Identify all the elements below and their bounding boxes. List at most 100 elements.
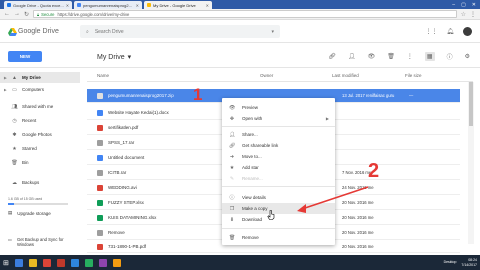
new-button[interactable]: NEW xyxy=(8,51,42,62)
info-icon: ⓘ xyxy=(229,195,235,201)
file-explorer-icon[interactable] xyxy=(14,258,23,267)
browser-tab-3[interactable]: My Drive - Google Drive ✕ xyxy=(144,1,212,9)
header-icons: ⋮⋮ 🔔︎ xyxy=(425,27,472,36)
hand-cursor-icon xyxy=(267,210,275,220)
archive-file-icon xyxy=(97,139,103,146)
share-icon[interactable]: 👤︎ xyxy=(348,53,356,60)
apps-grid-icon[interactable]: ⋮⋮ xyxy=(425,28,437,35)
reload-icon[interactable]: ↻ xyxy=(24,11,29,18)
app-icon[interactable] xyxy=(112,258,121,267)
sidebar-item-label: Starred xyxy=(22,146,37,151)
folder-icon[interactable] xyxy=(28,258,37,267)
location-title[interactable]: My Drive ▾ xyxy=(97,53,131,62)
menu-item-share[interactable]: 👤︎ Share... xyxy=(222,129,335,140)
close-window-icon[interactable]: ✕ xyxy=(472,2,476,8)
sidebar-item-photos[interactable]: ✱ Google Photos xyxy=(0,129,80,140)
sidebar-item-my-drive[interactable]: ▶ ▲ My Drive xyxy=(0,72,80,83)
link-icon[interactable]: 🔗︎ xyxy=(328,53,336,60)
close-tab-icon[interactable]: ✕ xyxy=(64,3,69,8)
menu-divider xyxy=(222,228,335,229)
sidebar-item-bin[interactable]: 🗑︎ Bin xyxy=(0,157,80,168)
search-input[interactable] xyxy=(94,28,245,35)
upgrade-storage-link[interactable]: ▤ Upgrade storage xyxy=(8,210,51,216)
location-title-text: My Drive xyxy=(97,53,125,61)
bookmark-star-icon[interactable]: ☆ xyxy=(461,11,466,18)
column-name[interactable]: Name xyxy=(97,73,109,78)
info-icon[interactable]: ⓘ xyxy=(447,52,453,61)
archive-file-icon xyxy=(97,169,103,176)
notifications-icon[interactable]: 🔔︎ xyxy=(446,28,454,35)
trash-icon[interactable]: 🗑︎ xyxy=(387,53,395,60)
expand-caret-icon[interactable]: ▶ xyxy=(4,76,7,80)
link-icon: 🔗︎ xyxy=(229,142,236,149)
menu-item-preview[interactable]: 👁︎ Preview xyxy=(222,102,335,113)
menu-item-shareable-link[interactable]: 🔗︎ Get shareable link xyxy=(222,140,335,151)
menu-item-move-to[interactable]: ➜ Move to... xyxy=(222,151,335,162)
storage-bar xyxy=(8,203,68,205)
column-size[interactable]: File size xyxy=(405,73,422,78)
maximize-icon[interactable]: ▢ xyxy=(461,2,466,8)
menu-item-rename[interactable]: ✎ Rename... xyxy=(222,173,335,184)
column-owner[interactable]: Owner xyxy=(260,73,273,78)
sidebar-item-shared[interactable]: 👥︎ Shared with me xyxy=(0,101,80,112)
search-icon[interactable]: ⌕ xyxy=(86,29,89,35)
url-field[interactable]: 🔒︎ Secure https://drive.google.com/drive… xyxy=(33,10,457,18)
menu-item-open-with[interactable]: ✥ Open with ▶ xyxy=(222,113,335,124)
chrome-icon[interactable] xyxy=(42,258,51,267)
settings-gear-icon[interactable]: ⚙ xyxy=(465,53,470,60)
avatar[interactable] xyxy=(463,27,472,36)
grid-view-icon[interactable]: ▦ xyxy=(424,52,435,61)
file-icon xyxy=(97,229,103,236)
close-tab-icon[interactable]: ✕ xyxy=(134,3,139,8)
trash-icon: 🗑︎ xyxy=(229,234,236,241)
expand-caret-icon[interactable]: ▶ xyxy=(4,88,7,92)
backup-icon: ☁ xyxy=(12,179,17,186)
sidebar-item-recent[interactable]: ◷ Recent xyxy=(0,115,80,126)
sidebar-item-computers[interactable]: ▶ ▭ Computers xyxy=(0,84,80,95)
annotation-step-1: 1 xyxy=(193,85,203,104)
backup-promo[interactable]: ▭ Get Backup and Sync for Windows xyxy=(8,237,80,247)
forward-icon[interactable]: → xyxy=(14,11,20,17)
drive-logo[interactable]: Google Drive xyxy=(8,27,59,36)
sheet-file-icon xyxy=(97,199,103,206)
sidebar-item-backups[interactable]: ☁ Backups xyxy=(0,177,80,188)
browser-tab-2[interactable]: pengumumanrenaisprog2... ✕ xyxy=(74,1,142,9)
sidebar-item-label: Shared with me xyxy=(22,104,54,109)
scrollbar-thumb[interactable] xyxy=(469,82,473,126)
back-icon[interactable]: ← xyxy=(4,11,10,17)
file-name: Untitled document xyxy=(108,155,145,160)
excel-icon[interactable] xyxy=(84,258,93,267)
address-bar: ← → ↻ 🔒︎ Secure https://drive.google.com… xyxy=(0,9,480,20)
clock-date: 7/14/2017 xyxy=(461,262,477,267)
clock[interactable]: 08:24 7/14/2017 xyxy=(461,258,477,267)
preview-eye-icon[interactable]: 👁︎ xyxy=(368,53,376,60)
secure-label: Secure xyxy=(41,11,55,17)
storage-bar-fill xyxy=(8,203,15,205)
word-icon[interactable] xyxy=(70,258,79,267)
search-box[interactable]: ⌕ ▾ xyxy=(80,25,280,38)
menu-item-add-star[interactable]: ★ Add star xyxy=(222,162,335,173)
sidebar-item-starred[interactable]: ★ Starred xyxy=(0,143,80,154)
menu-item-download[interactable]: ⬇ Download xyxy=(222,214,335,225)
menu-dots-icon[interactable]: ⋮ xyxy=(470,11,476,18)
app-icon[interactable] xyxy=(56,258,65,267)
search-options-icon[interactable]: ▾ xyxy=(271,29,274,35)
windows-start-icon[interactable]: ⊞ xyxy=(3,259,9,267)
menu-item-remove[interactable]: 🗑︎ Remove xyxy=(222,232,335,243)
menu-item-view-details[interactable]: ⓘ View details xyxy=(222,192,335,203)
more-options-icon[interactable]: ⋮ xyxy=(407,53,413,60)
file-modified: 20 Nov. 2016 me xyxy=(342,200,374,205)
browser-tab-1[interactable]: Google Drive - Quota exce... ✕ xyxy=(4,1,72,9)
chevron-right-icon: ▶ xyxy=(325,116,329,121)
app-icon[interactable] xyxy=(98,258,107,267)
column-modified[interactable]: Last modified xyxy=(332,73,359,78)
menu-item-make-copy[interactable]: ❐ Make a copy xyxy=(222,203,335,214)
desktop-label[interactable]: Desktop xyxy=(444,260,457,265)
scrollbar[interactable] xyxy=(468,82,474,244)
toolbar-icons: 🔗︎ 👤︎ 👁︎ 🗑︎ ⋮ ▦ ⓘ ⚙ xyxy=(328,52,470,61)
annotation-step-2: 2 xyxy=(368,160,380,182)
tab-label: Google Drive - Quota exce... xyxy=(13,2,64,8)
drive-favicon-icon xyxy=(77,3,81,7)
minimize-icon[interactable]: – xyxy=(452,2,455,8)
close-tab-icon[interactable]: ✕ xyxy=(204,3,209,8)
